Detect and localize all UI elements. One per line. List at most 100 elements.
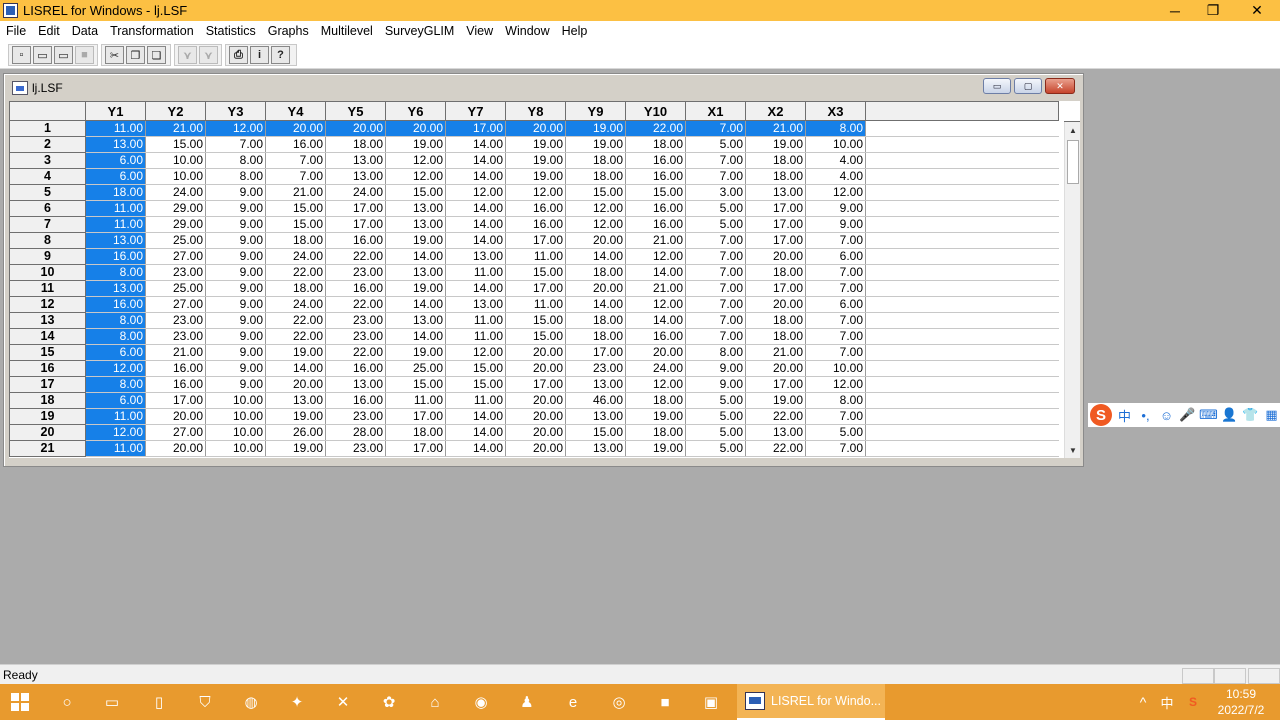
data-cell[interactable]: 7.00	[685, 152, 746, 169]
data-cell[interactable]: 13.00	[565, 440, 626, 457]
row-header[interactable]: 13	[9, 312, 86, 329]
data-cell[interactable]: 20.00	[745, 360, 806, 377]
app-title-bar[interactable]: LISREL for Windows - lj.LSF ─ ❐ ✕	[0, 0, 1280, 21]
data-cell[interactable]: 22.00	[325, 248, 386, 265]
taskbar-lisrel-task[interactable]: LISREL for Windo...	[737, 684, 885, 720]
ime-punctuation-icon[interactable]: •,	[1137, 407, 1154, 424]
data-cell[interactable]: 12.00	[445, 344, 506, 361]
data-cell[interactable]: 17.00	[505, 280, 566, 297]
data-cell[interactable]: 9.00	[205, 312, 266, 329]
ime-user-icon[interactable]: 👤	[1221, 407, 1238, 424]
data-cell[interactable]: 16.00	[325, 360, 386, 377]
data-cell[interactable]: 13.00	[385, 216, 446, 233]
ime-voice-icon[interactable]: 🎤	[1179, 407, 1196, 424]
data-cell[interactable]: 21.00	[625, 232, 686, 249]
data-cell[interactable]: 5.00	[685, 424, 746, 441]
data-cell[interactable]: 16.00	[625, 216, 686, 233]
data-cell[interactable]: 18.00	[265, 280, 326, 297]
data-cell[interactable]: 8.00	[805, 120, 866, 137]
data-cell[interactable]: 7.00	[805, 264, 866, 281]
data-cell[interactable]: 17.00	[565, 344, 626, 361]
data-cell[interactable]: 21.00	[745, 120, 806, 137]
data-cell[interactable]: 19.00	[745, 392, 806, 409]
data-cell[interactable]: 7.00	[685, 232, 746, 249]
data-cell[interactable]: 11.00	[85, 216, 146, 233]
data-cell[interactable]: 7.00	[265, 152, 326, 169]
ie-browser-icon[interactable]: e	[561, 690, 585, 714]
data-cell[interactable]: 24.00	[325, 184, 386, 201]
grid-corner[interactable]	[9, 101, 86, 121]
data-cell[interactable]: 18.00	[625, 136, 686, 153]
data-cell[interactable]: 23.00	[145, 264, 206, 281]
data-cell[interactable]: 19.00	[385, 344, 446, 361]
data-cell[interactable]: 18.00	[565, 264, 626, 281]
data-cell[interactable]: 20.00	[385, 120, 446, 137]
data-cell[interactable]: 17.00	[745, 200, 806, 217]
data-cell[interactable]: 19.00	[385, 232, 446, 249]
data-cell[interactable]: 7.00	[805, 328, 866, 345]
data-cell[interactable]: 25.00	[145, 232, 206, 249]
data-cell[interactable]: 11.00	[385, 392, 446, 409]
scroll-down-arrow-icon[interactable]: ▼	[1065, 442, 1081, 458]
data-cell[interactable]: 17.00	[745, 232, 806, 249]
data-cell[interactable]: 13.00	[325, 168, 386, 185]
data-cell[interactable]: 20.00	[145, 408, 206, 425]
column-header-x1[interactable]: X1	[685, 101, 746, 121]
data-cell[interactable]: 15.00	[625, 184, 686, 201]
data-cell[interactable]: 17.00	[385, 408, 446, 425]
data-cell[interactable]: 17.00	[505, 376, 566, 393]
red-app-icon[interactable]: ■	[653, 690, 677, 714]
data-cell[interactable]: 20.00	[145, 440, 206, 457]
data-cell[interactable]: 18.00	[265, 232, 326, 249]
data-cell[interactable]: 10.00	[145, 168, 206, 185]
data-cell[interactable]: 20.00	[265, 376, 326, 393]
data-cell[interactable]: 9.00	[205, 232, 266, 249]
data-cell[interactable]: 13.00	[385, 200, 446, 217]
scroll-thumb[interactable]	[1067, 140, 1079, 184]
data-cell[interactable]: 20.00	[265, 120, 326, 137]
data-cell[interactable]: 12.00	[625, 296, 686, 313]
child-maximize-button[interactable]: ▢	[1014, 78, 1042, 94]
data-cell[interactable]: 16.00	[325, 232, 386, 249]
data-cell[interactable]: 12.00	[85, 360, 146, 377]
data-cell[interactable]: 13.00	[325, 376, 386, 393]
data-cell[interactable]: 5.00	[805, 424, 866, 441]
data-cell[interactable]: 19.00	[265, 440, 326, 457]
data-cell[interactable]: 19.00	[505, 136, 566, 153]
column-header-x3[interactable]: X3	[805, 101, 866, 121]
data-cell[interactable]: 11.00	[85, 408, 146, 425]
data-cell[interactable]: 14.00	[625, 264, 686, 281]
data-cell[interactable]: 15.00	[565, 424, 626, 441]
data-cell[interactable]: 8.00	[205, 152, 266, 169]
row-header[interactable]: 19	[9, 408, 86, 425]
data-cell[interactable]: 13.00	[85, 280, 146, 297]
data-cell[interactable]: 6.00	[85, 152, 146, 169]
data-cell[interactable]: 22.00	[625, 120, 686, 137]
data-cell[interactable]: 20.00	[745, 296, 806, 313]
data-cell[interactable]: 46.00	[565, 392, 626, 409]
column-header-y4[interactable]: Y4	[265, 101, 326, 121]
data-cell[interactable]: 19.00	[265, 408, 326, 425]
data-cell[interactable]: 16.00	[625, 328, 686, 345]
data-cell[interactable]: 10.00	[205, 424, 266, 441]
data-cell[interactable]: 20.00	[505, 424, 566, 441]
row-header[interactable]: 2	[9, 136, 86, 153]
data-cell[interactable]: 7.00	[685, 280, 746, 297]
data-cell[interactable]: 9.00	[205, 376, 266, 393]
data-cell[interactable]: 13.00	[565, 408, 626, 425]
data-cell[interactable]: 18.00	[565, 168, 626, 185]
data-cell[interactable]: 16.00	[325, 280, 386, 297]
data-cell[interactable]: 12.00	[85, 424, 146, 441]
data-cell[interactable]: 27.00	[145, 296, 206, 313]
data-cell[interactable]: 17.00	[325, 200, 386, 217]
data-cell[interactable]: 18.00	[745, 152, 806, 169]
data-cell[interactable]: 16.00	[505, 200, 566, 217]
data-cell[interactable]: 17.00	[745, 216, 806, 233]
file-icon[interactable]: ▯	[147, 690, 171, 714]
data-cell[interactable]: 24.00	[265, 248, 326, 265]
data-cell[interactable]: 11.00	[445, 312, 506, 329]
data-cell[interactable]: 7.00	[805, 344, 866, 361]
data-cell[interactable]: 22.00	[265, 264, 326, 281]
data-cell[interactable]: 17.00	[145, 392, 206, 409]
row-header[interactable]: 16	[9, 360, 86, 377]
